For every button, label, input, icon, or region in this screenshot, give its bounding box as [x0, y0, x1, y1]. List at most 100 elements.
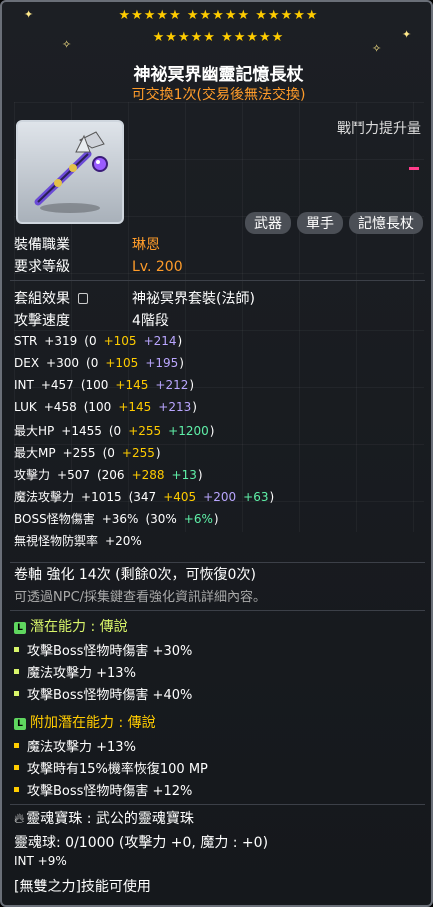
- set-effect: 套組效果 神祕冥界套裝(法師): [14, 291, 255, 307]
- stat-bonus: +213: [158, 400, 192, 414]
- stat-total: +255: [62, 446, 96, 460]
- stat-total: +458: [43, 400, 77, 414]
- stat-base: (0: [86, 356, 99, 370]
- stat-base: (30%: [145, 512, 177, 526]
- stat-starforce: +145: [118, 400, 152, 414]
- stat-name: STR: [14, 334, 38, 348]
- stat-total: +36%: [101, 512, 139, 526]
- stat-starforce: +255: [121, 446, 155, 460]
- divider: [10, 280, 425, 281]
- stat-close: ): [179, 356, 184, 370]
- lock-icon[interactable]: [78, 293, 89, 304]
- stat-name: 魔法攻擊力: [14, 490, 75, 504]
- stat-starforce: +288: [131, 468, 165, 482]
- stat-close: ): [189, 378, 195, 392]
- stat-starforce: +255: [128, 424, 162, 438]
- staff-icon: [34, 131, 108, 213]
- tag-weapon: 武器: [245, 212, 291, 234]
- stat-starforce: +105: [103, 334, 137, 348]
- star-force-row-2: ★★★★★ ★★★★★: [152, 30, 285, 45]
- potential-header: L 潛在能力 : 傳說: [14, 616, 128, 636]
- stat-base: (100: [83, 400, 112, 414]
- stat-row: DEX +300 (0 +105 +195): [14, 356, 184, 370]
- item-name: 神祕冥界幽靈記憶長杖: [133, 65, 304, 85]
- stat-close: ): [269, 490, 275, 504]
- stat-close: ): [197, 468, 203, 482]
- stat-base: (206: [96, 468, 125, 482]
- stat-starforce: +405: [163, 490, 197, 504]
- stat-row: INT +457 (100 +145 +212): [14, 378, 194, 392]
- soul-charge: 靈魂球: 0/1000 (攻擊力 +0, 魔力 : +0): [14, 835, 269, 851]
- stat-starforce: +105: [105, 356, 139, 370]
- stat-total: +319: [44, 334, 78, 348]
- divider: [10, 610, 425, 611]
- stat-starforce: +145: [115, 378, 149, 392]
- item-tags: 武器 單手 記憶長杖: [245, 212, 423, 234]
- stat-bonus: +195: [145, 356, 179, 370]
- stat-total: +507: [57, 468, 90, 482]
- soul-bonus: INT +9%: [14, 854, 67, 868]
- stat-enhance: +63: [243, 490, 269, 504]
- stat-total: +1015: [81, 490, 122, 504]
- stat-bonus: +214: [143, 334, 177, 348]
- stat-enhance: +13: [171, 468, 197, 482]
- bullet-icon: [14, 765, 19, 770]
- additional-potential-header: L 附加潛在能力 : 傳說: [14, 712, 156, 732]
- bullet-icon: [14, 787, 19, 792]
- requirement-job: 裝備職業 琳恩: [14, 237, 160, 253]
- scroll-hint: 可透過NPC/採集鍵查看強化資訊詳細內容。: [14, 590, 267, 605]
- stat-enhance: +1200: [168, 424, 209, 438]
- soul-skill: [無雙之力]技能可使用: [14, 879, 151, 895]
- stat-row: LUK +458 (100 +145 +213): [14, 400, 197, 414]
- stat-name: DEX: [14, 356, 40, 370]
- stat-close: ): [213, 512, 219, 526]
- item-icon-frame: [16, 120, 124, 224]
- stat-total: +1455: [61, 424, 102, 438]
- bullet-icon: [14, 647, 19, 652]
- stat-name: 攻擊力: [14, 468, 51, 482]
- stat-close: ): [155, 446, 161, 460]
- potential-line: 攻擊Boss怪物時傷害 +40%: [14, 684, 192, 703]
- divider: [10, 562, 425, 563]
- stat-name: 最大HP: [14, 424, 55, 438]
- stat-row: BOSS怪物傷害 +36% (30% +6%): [14, 510, 219, 527]
- stat-close: ): [192, 400, 197, 414]
- stat-enhance: +6%: [183, 512, 213, 526]
- stat-row: 最大MP +255 (0 +255): [14, 444, 161, 461]
- stat-row: 最大HP +1455 (0 +255 +1200): [14, 422, 214, 439]
- trade-note: 可交換1次(交易後無法交換): [131, 87, 306, 103]
- stat-total: +457: [40, 378, 74, 392]
- soul-flame-icon: 🔥︎: [14, 811, 25, 827]
- additional-potential-line: 攻擊時有15%機率恢復100 MP: [14, 758, 208, 777]
- potential-line: 魔法攻擊力 +13%: [14, 662, 136, 681]
- bullet-icon: [14, 743, 19, 748]
- bullet-icon: [14, 669, 19, 674]
- stat-base: (0: [102, 446, 115, 460]
- combat-power-label: 戰鬥力提升量: [337, 121, 421, 137]
- stat-name: BOSS怪物傷害: [14, 512, 95, 526]
- divider: [10, 804, 425, 805]
- stat-row: 無視怪物防禦率 +20%: [14, 532, 149, 549]
- combat-power-indicator: [409, 167, 419, 170]
- attack-speed: 攻擊速度 4階段: [14, 313, 169, 329]
- stat-name: INT: [14, 378, 34, 392]
- stat-row: 攻擊力 +507 (206 +288 +13): [14, 466, 203, 483]
- stat-name: 無視怪物防禦率: [14, 534, 99, 548]
- star-force-row-1: ★★★★★ ★★★★★ ★★★★★: [118, 8, 319, 23]
- tag-weapon-type: 記憶長杖: [349, 212, 423, 234]
- stat-base: (100: [80, 378, 109, 392]
- additional-potential-line: 魔法攻擊力 +13%: [14, 736, 136, 755]
- stat-name: 最大MP: [14, 446, 56, 460]
- stat-close: ): [177, 334, 183, 348]
- stat-close: ): [209, 424, 215, 438]
- stat-base: (0: [108, 424, 122, 438]
- item-tooltip: ✦ ✦ ✧ ✧ ★★★★★ ★★★★★ ★★★★★ ★★★★★ ★★★★★ 神祕…: [0, 0, 433, 907]
- stat-row: STR +319 (0 +105 +214): [14, 334, 182, 348]
- stat-bonus: +200: [203, 490, 237, 504]
- stat-base: (0: [84, 334, 97, 348]
- scroll-upgrade-line: 卷軸 強化 14次 (剩餘0次，可恢復0次): [14, 567, 256, 583]
- soul-name: 🔥︎ 靈魂寶珠 : 武公的靈魂寶珠: [14, 811, 194, 827]
- requirement-level: 要求等級 Lv. 200: [14, 259, 183, 275]
- legendary-badge-icon: L: [14, 718, 26, 730]
- stat-total: +20%: [105, 534, 142, 548]
